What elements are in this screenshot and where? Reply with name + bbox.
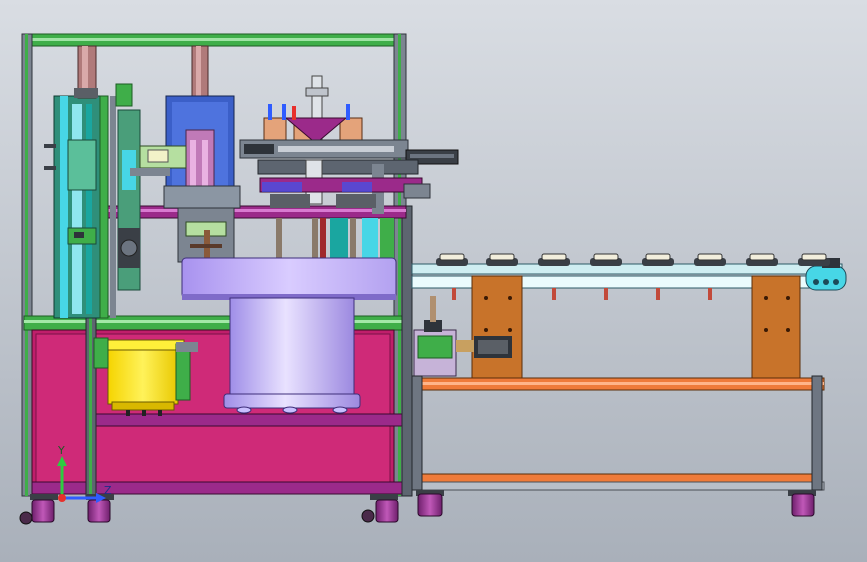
x-axis-dot (58, 494, 66, 502)
z-axis-label: Z (104, 484, 112, 497)
caster-conveyor-right (788, 490, 816, 517)
cad-viewport: Y Z (0, 0, 867, 562)
main-cylinder (223, 297, 361, 414)
y-axis-label: Y (57, 444, 65, 457)
caster-conveyor-left (416, 490, 444, 517)
rotary-turntable (181, 257, 397, 300)
